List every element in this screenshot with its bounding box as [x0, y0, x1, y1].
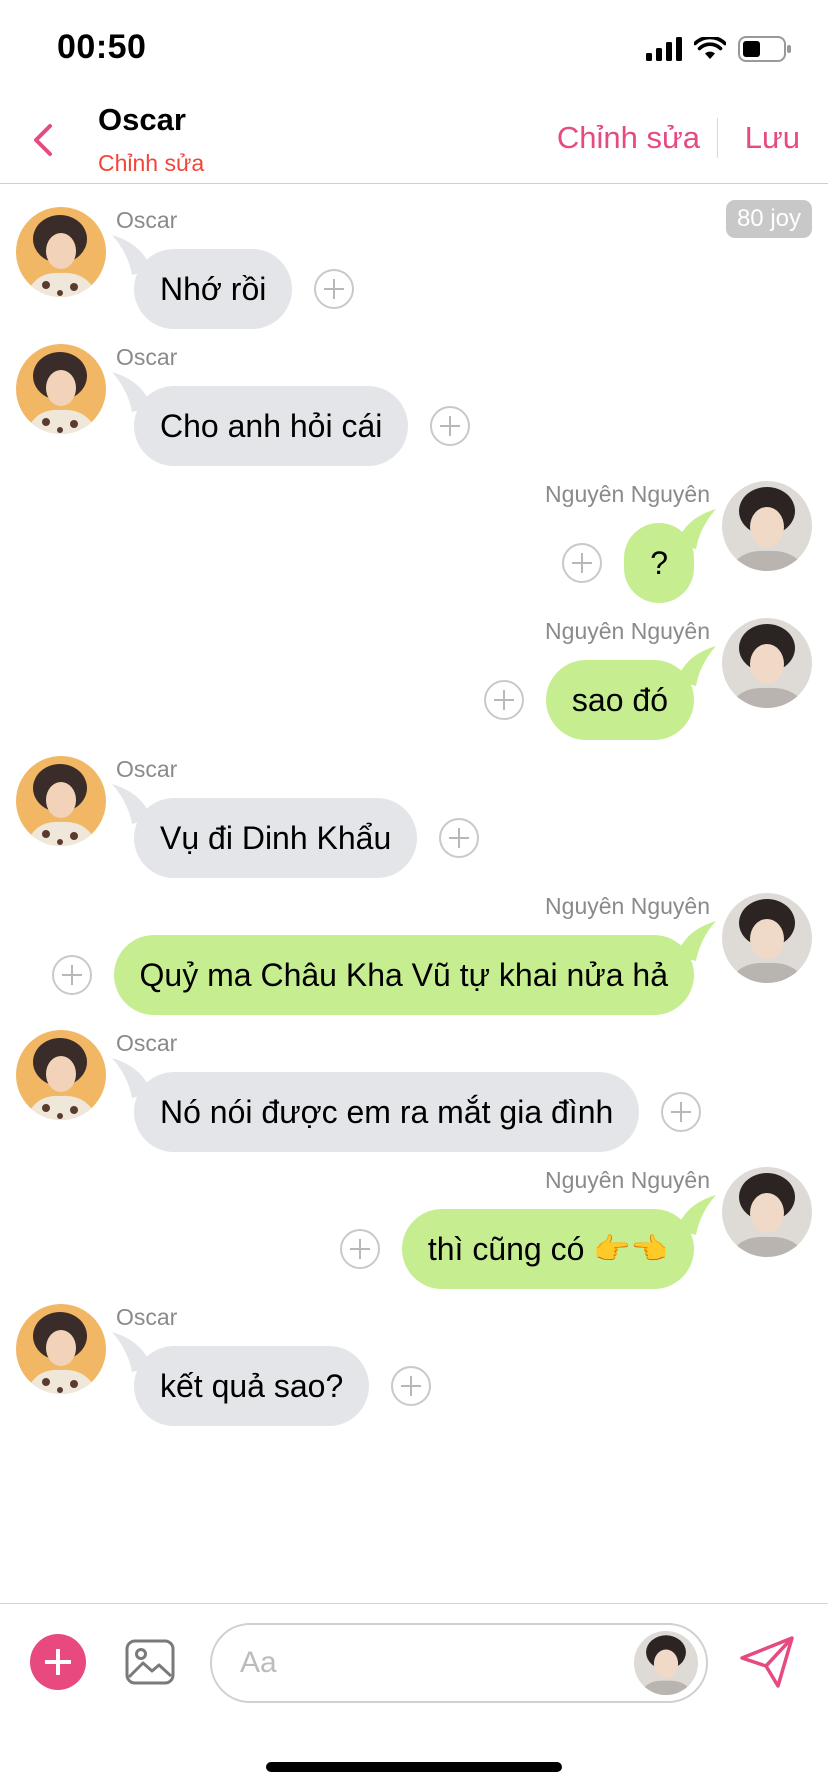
message-text: Cho anh hỏi cái [160, 407, 383, 444]
message-bubble[interactable]: sao đó [545, 646, 716, 740]
message-bubble[interactable]: thì cũng có 👉👈 [401, 1195, 716, 1289]
chat-title: Oscar [98, 102, 186, 137]
message-row: Oscar Vụ đi Dinh Khẩu [0, 734, 828, 884]
pointing-fingers-emoji: 👉👈 [593, 1231, 668, 1267]
sender-name: Oscar [116, 1304, 178, 1330]
avatar-oscar[interactable] [16, 1304, 106, 1394]
status-bar: 00:50 [0, 0, 828, 100]
message-bubble[interactable]: ? [624, 509, 716, 603]
message-row: Nguyên Nguyên Quỷ ma Châu Kha Vũ tự khai… [0, 871, 828, 1021]
message-bubble[interactable]: Cho anh hỏi cái [112, 372, 409, 466]
bubble-tail [112, 372, 154, 412]
header-divider [717, 118, 718, 158]
add-reaction-icon[interactable] [51, 955, 92, 995]
add-reaction-icon[interactable] [483, 680, 524, 720]
message-list[interactable]: 80 joy Oscar Nhớ rồi Oscar Cho anh hỏi c… [0, 185, 828, 1600]
message-text: Vụ đi Dinh Khẩu [160, 819, 392, 856]
message-bubble[interactable]: Nó nói được em ra mắt gia đình [112, 1058, 640, 1152]
bubble-tail [112, 784, 154, 824]
sender-name: Oscar [116, 344, 178, 370]
chat-header: Oscar Chỉnh sửa Chỉnh sửa Lưu [0, 100, 828, 184]
message-bubble[interactable]: Quỷ ma Châu Kha Vũ tự khai nửa hả [113, 921, 716, 1015]
add-reaction-icon[interactable] [430, 406, 471, 446]
add-reaction-icon[interactable] [661, 1092, 702, 1132]
input-avatar[interactable] [634, 1631, 698, 1695]
avatar-nguyen[interactable] [722, 481, 812, 571]
message-row: Oscar Nhớ rồi [0, 185, 828, 335]
sender-name: Oscar [116, 1030, 178, 1056]
message-bubble[interactable]: kết quả sao? [112, 1332, 370, 1426]
home-indicator [266, 1762, 562, 1772]
avatar-nguyen[interactable] [722, 618, 812, 708]
bubble-tail [112, 1058, 154, 1098]
message-row: Nguyên Nguyên thì cũng có 👉👈 [0, 1145, 828, 1295]
sender-name: Oscar [116, 207, 178, 233]
message-text: Quỷ ma Châu Kha Vũ tự khai nửa hả [139, 956, 668, 993]
bubble-tail [112, 1332, 154, 1372]
add-reaction-icon[interactable] [562, 543, 603, 583]
message-row: Nguyên Nguyên ? [0, 459, 828, 609]
image-icon[interactable] [124, 1636, 176, 1688]
avatar-nguyen[interactable] [722, 893, 812, 983]
wifi-icon [694, 37, 726, 59]
bubble-tail [674, 646, 716, 686]
add-reaction-icon[interactable] [314, 269, 355, 309]
message-text: thì cũng có [427, 1230, 585, 1267]
avatar-nguyen[interactable] [722, 1167, 812, 1257]
add-reaction-icon[interactable] [339, 1229, 380, 1269]
bubble-tail [674, 509, 716, 549]
edit-button[interactable]: Chỉnh sửa [557, 120, 700, 156]
message-row: Oscar kết quả sao? [0, 1282, 828, 1432]
sender-name: Nguyên Nguyên [545, 1167, 710, 1193]
sender-name: Nguyên Nguyên [545, 618, 710, 644]
message-row: Nguyên Nguyên sao đó [0, 596, 828, 746]
status-time: 00:50 [57, 28, 147, 66]
bubble-tail [674, 1195, 716, 1235]
add-reaction-icon[interactable] [391, 1366, 432, 1406]
sender-name: Nguyên Nguyên [545, 481, 710, 507]
message-bubble[interactable]: Vụ đi Dinh Khẩu [112, 784, 418, 878]
message-row: Oscar Cho anh hỏi cái [0, 322, 828, 472]
message-input-box[interactable] [210, 1623, 708, 1703]
battery-icon [738, 36, 791, 62]
save-button[interactable]: Lưu [745, 120, 800, 156]
sender-name: Oscar [116, 756, 178, 782]
message-text: kết quả sao? [160, 1367, 344, 1404]
message-input[interactable] [240, 1643, 620, 1683]
message-text: sao đó [571, 681, 668, 718]
signal-icon [646, 37, 682, 61]
message-bubble[interactable]: Nhớ rồi [112, 235, 293, 329]
avatar-oscar[interactable] [16, 756, 106, 846]
avatar-oscar[interactable] [16, 344, 106, 434]
status-icons [646, 36, 792, 62]
sender-name: Nguyên Nguyên [545, 893, 710, 919]
chat-subtitle[interactable]: Chỉnh sửa [98, 150, 204, 177]
send-icon[interactable] [738, 1634, 796, 1690]
message-text: Nó nói được em ra mắt gia đình [160, 1093, 614, 1130]
add-attachment-button[interactable] [30, 1634, 86, 1690]
add-reaction-icon[interactable] [439, 818, 480, 858]
avatar-oscar[interactable] [16, 207, 106, 297]
bubble-tail [674, 921, 716, 961]
bubble-tail [112, 235, 154, 275]
back-icon[interactable] [26, 118, 62, 162]
message-text: ? [650, 544, 668, 581]
message-text: Nhớ rồi [160, 270, 267, 307]
message-row: Oscar Nó nói được em ra mắt gia đình [0, 1008, 828, 1158]
avatar-oscar[interactable] [16, 1030, 106, 1120]
